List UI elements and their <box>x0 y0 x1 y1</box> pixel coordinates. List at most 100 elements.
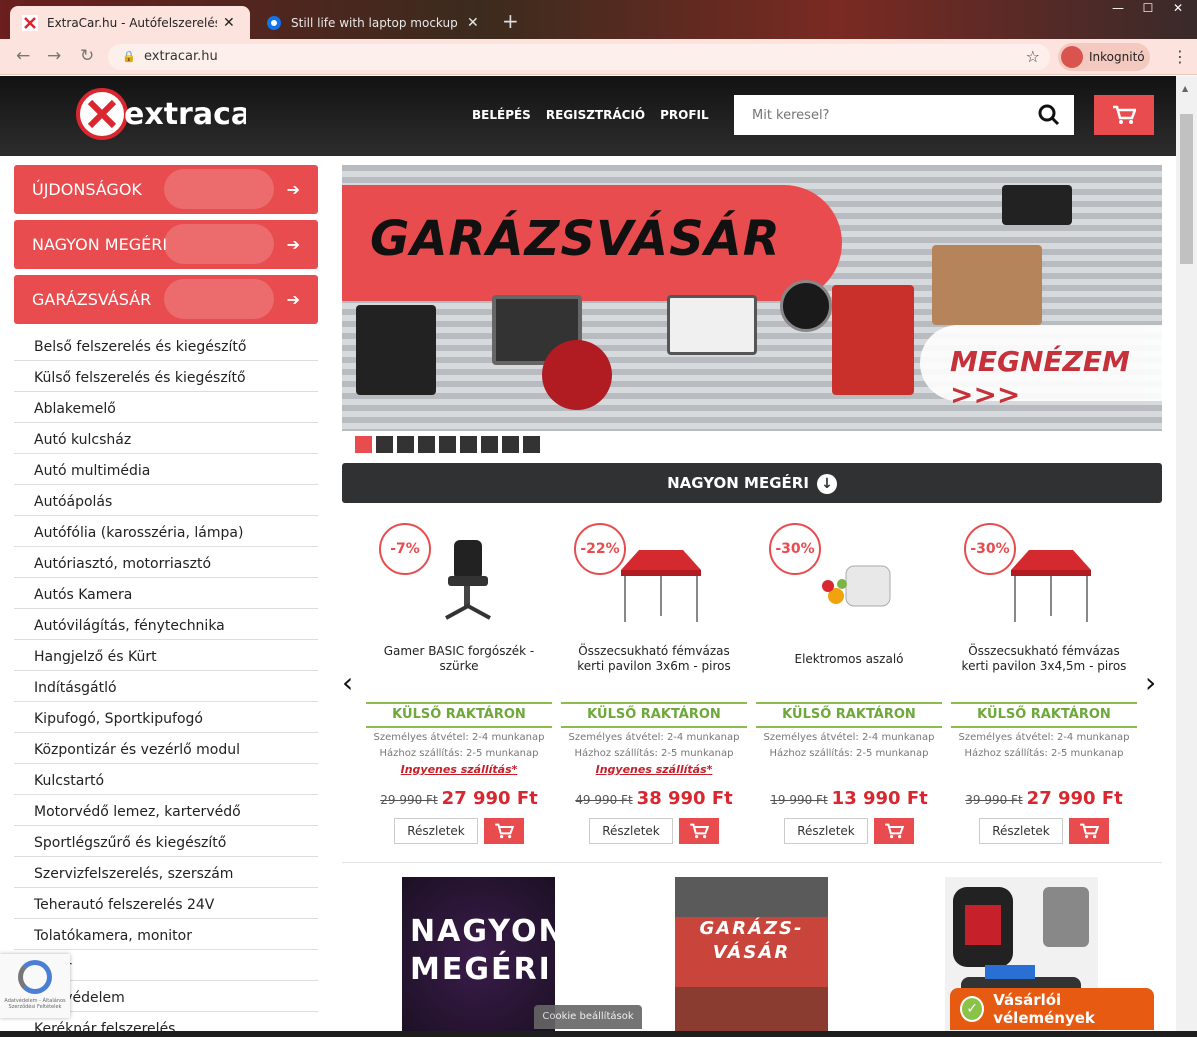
add-to-cart-button[interactable] <box>1069 818 1109 844</box>
sidebar-category-item[interactable]: Autó multimédia <box>14 454 318 485</box>
back-icon[interactable]: ← <box>16 46 30 66</box>
sidebar-garage-sale[interactable]: GARÁZSVÁSÁR ➔ <box>14 275 318 324</box>
sidebar-category-item[interactable]: Teherautó felszerelés 24V <box>14 888 318 919</box>
product-image[interactable] <box>1001 536 1101 626</box>
recaptcha-badge[interactable]: Adatvédelem - Általános Szerződési Felté… <box>0 954 70 1018</box>
cart-button[interactable] <box>1094 95 1154 135</box>
register-link[interactable]: REGISZTRÁCIÓ <box>546 108 645 122</box>
url-field[interactable]: 🔒 extracar.hu ☆ <box>108 44 1050 70</box>
product-card[interactable]: -7% Gamer BASIC forgószék - szürke KÜLSŐ R… <box>366 516 552 846</box>
customer-reviews-button[interactable]: ✓ Vásárlói vélemények <box>950 988 1154 1030</box>
sidebar-category-item[interactable]: Motorvédő lemez, kartervédő <box>14 795 318 826</box>
add-to-cart-button[interactable] <box>679 818 719 844</box>
sidebar-featured-label: GARÁZSVÁSÁR <box>32 290 152 309</box>
sidebar-category-item[interactable]: Autóriasztó, motorriasztó <box>14 547 318 578</box>
sidebar-category-item[interactable]: Központizár és vezérlő modul <box>14 733 318 764</box>
shipping-info: Személyes átvétel: 2-4 munkanap Házhoz sz… <box>366 730 552 778</box>
login-link[interactable]: BELÉPÉS <box>472 108 531 122</box>
category-list: Belső felszerelés és kiegészítő Külső fel… <box>14 330 318 1037</box>
sidebar-category-item[interactable]: Szervizfelszerelés, szerszám <box>14 857 318 888</box>
tab-extracar[interactable]: ExtraCar.hu - Autófelszerelés és m ✕ <box>10 6 250 39</box>
stock-status: KÜLSŐ RAKTÁRON <box>561 702 747 728</box>
sidebar-category-item[interactable]: Autófólia (karosszéria, lámpa) <box>14 516 318 547</box>
product-image[interactable] <box>416 536 516 626</box>
extracar-logo[interactable]: extracar <box>76 86 246 142</box>
close-tab-icon[interactable]: ✕ <box>467 15 479 31</box>
minimize-icon[interactable]: — <box>1103 0 1133 18</box>
cart-icon <box>885 823 904 839</box>
sidebar-category-item[interactable]: Autóápolás <box>14 485 318 516</box>
new-tab-icon[interactable]: + <box>502 9 519 33</box>
banner-cta[interactable]: MEGNÉZEM >>> <box>920 325 1162 411</box>
sidebar-category-item[interactable]: Autóvilágítás, fénytechnika <box>14 609 318 640</box>
incognito-badge[interactable]: Inkognitó <box>1058 43 1150 71</box>
carousel-prev-icon[interactable]: ‹ <box>342 666 353 699</box>
details-button[interactable]: Részletek <box>784 818 868 844</box>
free-shipping-link[interactable]: Ingyenes szállítás* <box>561 762 747 778</box>
banner-dot[interactable] <box>418 436 435 453</box>
scrollbar-thumb[interactable] <box>1180 114 1193 264</box>
product-name[interactable]: Elektromos aszaló <box>766 632 932 686</box>
product-name[interactable]: Összecsukható fémvázas kerti pavilon 3x6… <box>571 632 737 686</box>
scroll-up-icon[interactable]: ▲ <box>1182 84 1188 93</box>
hero-banner[interactable]: GARÁZSVÁSÁR MEGNÉZEM >>> <box>342 165 1162 431</box>
sidebar-worth-it[interactable]: NAGYON MEGÉRI ➔ <box>14 220 318 269</box>
incognito-icon <box>1061 46 1083 68</box>
sidebar-category-item[interactable]: Hangjelző és Kürt <box>14 640 318 671</box>
sidebar-featured-label: ÚJDONSÁGOK <box>32 180 142 199</box>
sidebar-new-products[interactable]: ÚJDONSÁGOK ➔ <box>14 165 318 214</box>
banner-dot[interactable] <box>355 436 372 453</box>
sidebar-category-item[interactable]: Autó kulcsház <box>14 423 318 454</box>
free-shipping-link[interactable]: Ingyenes szállítás* <box>366 762 552 778</box>
sidebar-category-item[interactable]: Ablakemelő <box>14 392 318 423</box>
sidebar-category-item[interactable]: Kulcstartó <box>14 764 318 795</box>
profile-link[interactable]: PROFIL <box>660 108 709 122</box>
bookmark-star-icon[interactable]: ☆ <box>1026 47 1040 66</box>
search-input[interactable] <box>734 95 1014 135</box>
old-price: 29 990 Ft <box>380 793 438 807</box>
details-button[interactable]: Részletek <box>979 818 1063 844</box>
product-name[interactable]: Összecsukható fémvázas kerti pavilon 3x4… <box>961 632 1127 686</box>
add-to-cart-button[interactable] <box>874 818 914 844</box>
close-window-icon[interactable]: ✕ <box>1163 0 1193 18</box>
sidebar-category-item[interactable]: Külső felszerelés és kiegészítő <box>14 361 318 392</box>
browser-menu-icon[interactable]: ⋮ <box>1172 47 1188 66</box>
promo-tile-worth-it[interactable]: NAGYON MEGÉRI! <box>402 877 555 1037</box>
banner-dot[interactable] <box>523 436 540 453</box>
tab-freepik[interactable]: Still life with laptop mockup | Fre ✕ <box>254 6 494 39</box>
product-card[interactable]: -30% Elektromos aszaló KÜLSŐ RAKTÁRON Szemé… <box>756 516 942 846</box>
reload-icon[interactable]: ↻ <box>80 46 94 66</box>
old-price: 39 990 Ft <box>965 793 1023 807</box>
banner-dot[interactable] <box>439 436 456 453</box>
product-card[interactable]: -30% Összecsukható fémvázas kerti pavilon… <box>951 516 1137 846</box>
product-card[interactable]: -22% Összecsukható fémvázas kerti pavilon… <box>561 516 747 846</box>
sidebar-category-item[interactable]: Tolatókamera, monitor <box>14 919 318 950</box>
sidebar-category-item[interactable]: Belső felszerelés és kiegészítő <box>14 330 318 361</box>
details-button[interactable]: Részletek <box>589 818 673 844</box>
promo-tile-garage-sale[interactable]: GARÁZS-VÁSÁR <box>675 877 828 1037</box>
product-name[interactable]: Gamer BASIC forgószék - szürke <box>376 632 542 686</box>
product-image[interactable] <box>611 536 711 626</box>
forward-icon[interactable]: → <box>47 46 61 66</box>
banner-dot[interactable] <box>481 436 498 453</box>
sidebar-category-item[interactable]: Sportlégszűrő és kiegészítő <box>14 826 318 857</box>
banner-dot[interactable] <box>376 436 393 453</box>
page-scrollbar[interactable]: ▲ <box>1176 76 1197 1037</box>
banner-dot[interactable] <box>502 436 519 453</box>
top-menu: BELÉPÉS REGISZTRÁCIÓ PROFIL <box>472 108 709 122</box>
sidebar-category-item[interactable]: Indításgátló <box>14 671 318 702</box>
sidebar-category-item[interactable]: Autós Kamera <box>14 578 318 609</box>
add-to-cart-button[interactable] <box>484 818 524 844</box>
window-controls: — ☐ ✕ <box>1103 0 1193 18</box>
sidebar-category-item[interactable]: Kipufogó, Sportkipufogó <box>14 702 318 733</box>
banner-dot[interactable] <box>397 436 414 453</box>
banner-dot[interactable] <box>460 436 477 453</box>
product-image[interactable] <box>806 536 906 626</box>
discount-badge: -30% <box>964 523 1016 575</box>
cookie-settings-button[interactable]: Cookie beállítások <box>534 1005 642 1029</box>
maximize-icon[interactable]: ☐ <box>1133 0 1163 18</box>
details-button[interactable]: Részletek <box>394 818 478 844</box>
search-icon[interactable] <box>1038 104 1060 126</box>
close-tab-icon[interactable]: ✕ <box>223 15 235 31</box>
carousel-next-icon[interactable]: › <box>1145 666 1156 699</box>
